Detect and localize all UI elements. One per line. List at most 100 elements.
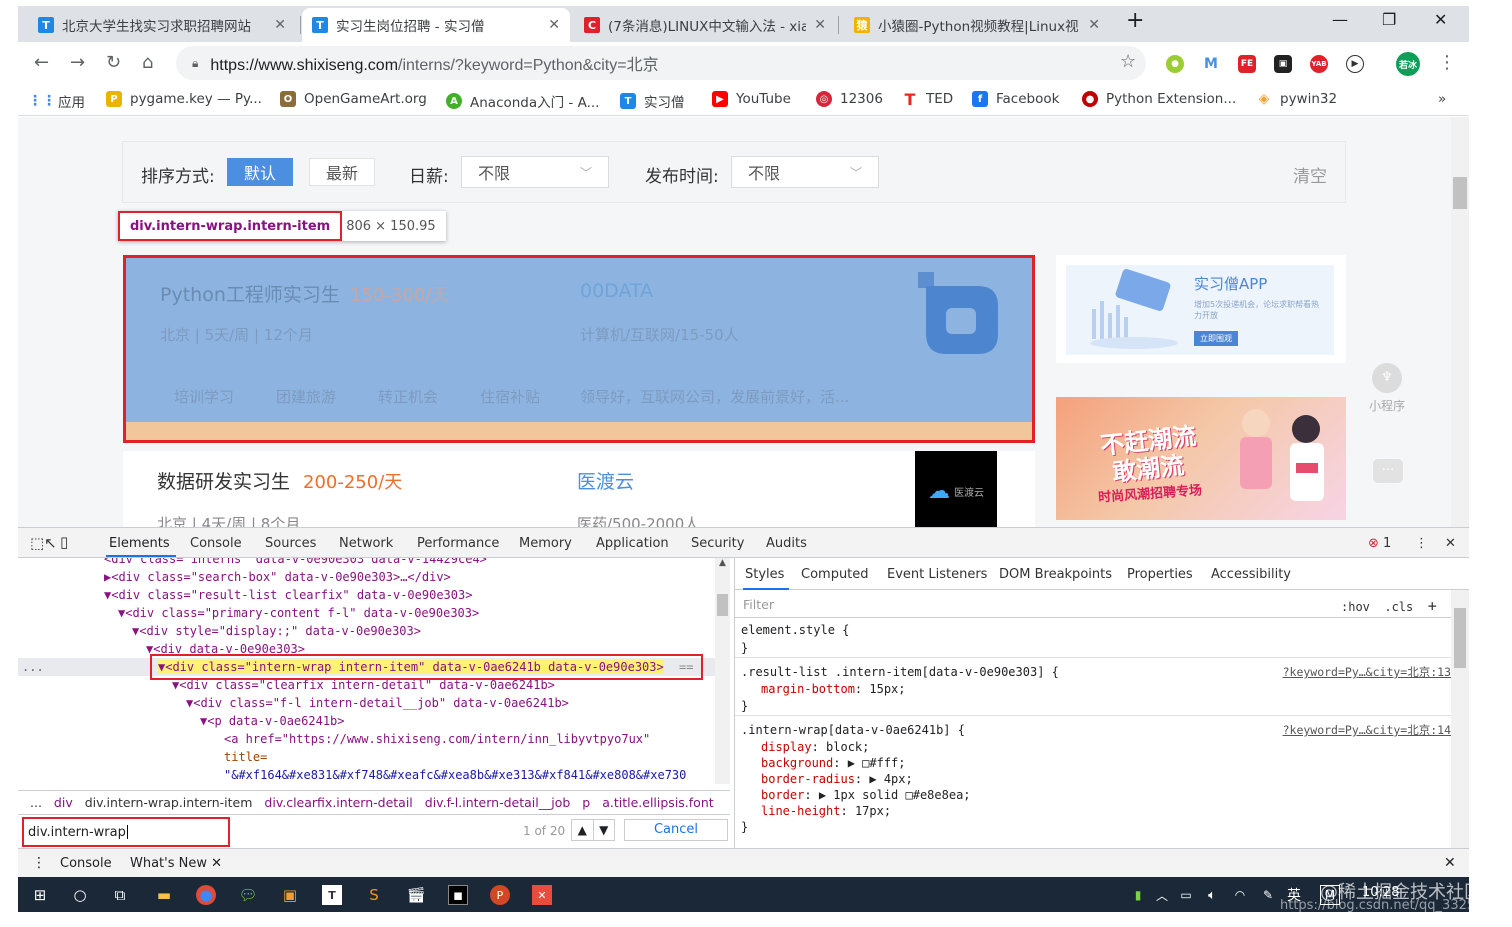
scrollbar-thumb[interactable] bbox=[1454, 608, 1466, 668]
close-icon[interactable]: ✕ bbox=[814, 17, 826, 33]
bookmark-apps[interactable]: ⋮⋮ 应用 bbox=[28, 91, 85, 111]
bookmark-item[interactable]: A Anaconda入门 - A... bbox=[446, 91, 599, 111]
company-name[interactable]: 00DATA bbox=[580, 280, 653, 302]
page-scrollbar[interactable] bbox=[1451, 117, 1469, 527]
bookmark-item[interactable]: ◈ pywin32 bbox=[1256, 91, 1337, 107]
style-property[interactable]: background: ▶ □#fff; bbox=[761, 755, 906, 771]
extension-icon[interactable]: YAB bbox=[1310, 55, 1328, 73]
bookmark-item[interactable]: ◎ 12306 bbox=[816, 91, 883, 107]
extension-icon[interactable]: FE bbox=[1238, 55, 1256, 73]
chat-icon[interactable]: ··· bbox=[1373, 459, 1403, 483]
style-rule[interactable]: element.style { } bbox=[735, 618, 1455, 658]
tab-memory[interactable]: Memory bbox=[519, 536, 572, 551]
job-card[interactable]: 数据研发实习生 200-250/天 医渡云 北京 | 4天/周 | 8个月 医药… bbox=[123, 451, 1035, 527]
hov-toggle[interactable]: :hov .cls + bbox=[1341, 597, 1437, 615]
close-icon[interactable]: ✕ bbox=[548, 17, 560, 33]
drawer-tab-console[interactable]: Console bbox=[60, 856, 112, 871]
tab-event-listeners[interactable]: Event Listeners bbox=[887, 567, 987, 582]
tab-elements[interactable]: Elements bbox=[109, 536, 170, 551]
extension-icon[interactable]: M bbox=[1202, 55, 1220, 73]
dom-node[interactable]: ▶<div class="search-box" data-v-0e90e303… bbox=[104, 568, 451, 586]
task-view-icon[interactable]: ⧉ bbox=[110, 885, 130, 905]
typora-icon[interactable]: T bbox=[322, 885, 342, 905]
dom-node[interactable]: ▼<div class="primary-content f-l" data-v… bbox=[118, 604, 479, 622]
dom-tree[interactable]: <div class="interns" data-v-0e90e303 dat… bbox=[18, 558, 715, 784]
terminal-icon[interactable]: ▪ bbox=[448, 885, 468, 905]
style-property[interactable]: border: ▶ 1px solid □#e8e8ea; bbox=[761, 787, 971, 803]
app-icon[interactable]: ▣ bbox=[280, 885, 300, 905]
tab-network[interactable]: Network bbox=[339, 536, 393, 551]
scrollbar-thumb[interactable] bbox=[1453, 177, 1467, 209]
bookmark-item[interactable]: Ppygame.key — Py... bbox=[106, 91, 262, 107]
address-bar[interactable]: 🔒︎ https://www.shixiseng.com/interns/?ke… bbox=[176, 46, 1146, 80]
tray-chevron-icon[interactable]: ︿ bbox=[1152, 885, 1172, 905]
xmind-icon[interactable]: ✕ bbox=[532, 885, 552, 905]
style-rule[interactable]: .intern-wrap[data-v-0ae6241b] { ?keyword… bbox=[735, 718, 1455, 848]
search-prev-icon[interactable]: ▲ bbox=[572, 820, 593, 840]
time-select[interactable]: 不限 ﹀ bbox=[731, 156, 879, 188]
new-tab-button[interactable]: + bbox=[1126, 8, 1144, 33]
tab-computed[interactable]: Computed bbox=[801, 567, 869, 582]
app-promo-card[interactable]: 实习僧APP 增加5次投递机会，论坛求职帮看热力开放 立即围观 bbox=[1056, 255, 1346, 363]
close-icon[interactable]: ✕ bbox=[274, 17, 286, 33]
fashion-recruit-banner[interactable]: 不赶潮流 敢潮流 时尚风潮招聘专场 bbox=[1056, 397, 1346, 520]
clear-button[interactable]: 清空 bbox=[1293, 162, 1327, 187]
close-icon[interactable]: ✕ bbox=[211, 856, 222, 871]
home-icon[interactable]: ⌂ bbox=[142, 52, 153, 73]
network-icon[interactable]: ▭ bbox=[1176, 885, 1196, 905]
dom-scrollbar[interactable]: ▲ bbox=[715, 558, 730, 784]
dom-node[interactable]: title= bbox=[224, 748, 267, 766]
salary-select[interactable]: 不限 ﹀ bbox=[461, 156, 609, 188]
rule-source-link[interactable]: ?keyword=Py…&city=北京:13 bbox=[1283, 664, 1451, 680]
style-property[interactable]: line-height: 17px; bbox=[761, 803, 891, 819]
miniprogram-widget[interactable]: ♆ 小程序 bbox=[1362, 363, 1412, 414]
dom-search-input[interactable]: div.intern-wrap bbox=[22, 817, 230, 847]
add-rule-icon[interactable]: + bbox=[1428, 597, 1437, 615]
close-window-icon[interactable]: ✕ bbox=[1434, 10, 1447, 29]
search-next-icon[interactable]: ▼ bbox=[592, 820, 615, 840]
error-badge[interactable]: ⊗ 1 bbox=[1368, 536, 1391, 551]
avatar[interactable]: 若冰 bbox=[1396, 52, 1420, 76]
wifi-icon[interactable]: ◠ bbox=[1230, 885, 1250, 905]
extension-icon[interactable]: ▣ bbox=[1274, 55, 1292, 73]
tab-audits[interactable]: Audits bbox=[766, 536, 807, 551]
dom-ellipsis[interactable]: ... bbox=[22, 658, 44, 676]
wechat-icon[interactable]: 💬︎ bbox=[238, 885, 258, 905]
search-icon[interactable]: ○ bbox=[70, 885, 90, 905]
scroll-up-icon[interactable]: ▲ bbox=[715, 558, 730, 568]
tab-security[interactable]: Security bbox=[691, 536, 744, 551]
dom-node[interactable]: <a href="https://www.shixiseng.com/inter… bbox=[224, 730, 650, 748]
scrollbar-thumb[interactable] bbox=[717, 594, 728, 616]
breadcrumb-item[interactable]: div.clearfix.intern-detail bbox=[264, 795, 412, 810]
tab-sources[interactable]: Sources bbox=[265, 536, 316, 551]
style-property[interactable]: display: block; bbox=[761, 739, 869, 755]
style-rule[interactable]: .result-list .intern-item[data-v-0e90e30… bbox=[735, 660, 1455, 716]
powerpoint-icon[interactable]: P bbox=[490, 885, 510, 905]
drawer-tab-whats-new[interactable]: What's New ✕ bbox=[130, 856, 222, 871]
breadcrumb-item[interactable]: ... bbox=[30, 795, 42, 810]
tab-accessibility[interactable]: Accessibility bbox=[1211, 567, 1291, 582]
devtools-close-icon[interactable]: ✕ bbox=[1445, 536, 1456, 551]
style-property[interactable]: border-radius: ▶ 4px; bbox=[761, 771, 913, 787]
breadcrumb-item[interactable]: div.f-l.intern-detail__job bbox=[425, 795, 571, 810]
tab-performance[interactable]: Performance bbox=[417, 536, 499, 551]
bookmark-item[interactable]: f Facebook bbox=[972, 91, 1059, 107]
star-icon[interactable]: ☆ bbox=[1120, 51, 1136, 72]
browser-tab[interactable]: T 北京大学生找实习求职招聘网站 ✕ bbox=[28, 8, 296, 42]
breadcrumb-item[interactable]: p bbox=[582, 795, 590, 810]
styles-filter-input[interactable]: Filter bbox=[743, 597, 774, 612]
file-explorer-icon[interactable]: ▬ bbox=[154, 885, 174, 905]
bookmark-item[interactable]: ● Python Extension... bbox=[1082, 91, 1236, 107]
devtools-menu-icon[interactable]: ⋮ bbox=[1415, 536, 1428, 551]
extension-icon[interactable]: ▶ bbox=[1346, 55, 1364, 73]
restore-icon[interactable]: ❐ bbox=[1382, 10, 1396, 29]
reload-icon[interactable]: ↻ bbox=[106, 52, 121, 73]
extension-icon[interactable]: ● bbox=[1166, 55, 1184, 73]
tab-properties[interactable]: Properties bbox=[1127, 567, 1193, 582]
bookmark-item[interactable]: ▶ YouTube bbox=[712, 91, 791, 107]
back-icon[interactable]: ← bbox=[34, 52, 49, 73]
dom-node[interactable]: ▼<div class="result-list clearfix" data-… bbox=[104, 586, 472, 604]
sublime-icon[interactable]: S bbox=[364, 885, 384, 905]
dom-node[interactable]: <div class="interns" data-v-0e90e303 dat… bbox=[104, 558, 487, 568]
styles-scrollbar[interactable] bbox=[1451, 590, 1469, 848]
